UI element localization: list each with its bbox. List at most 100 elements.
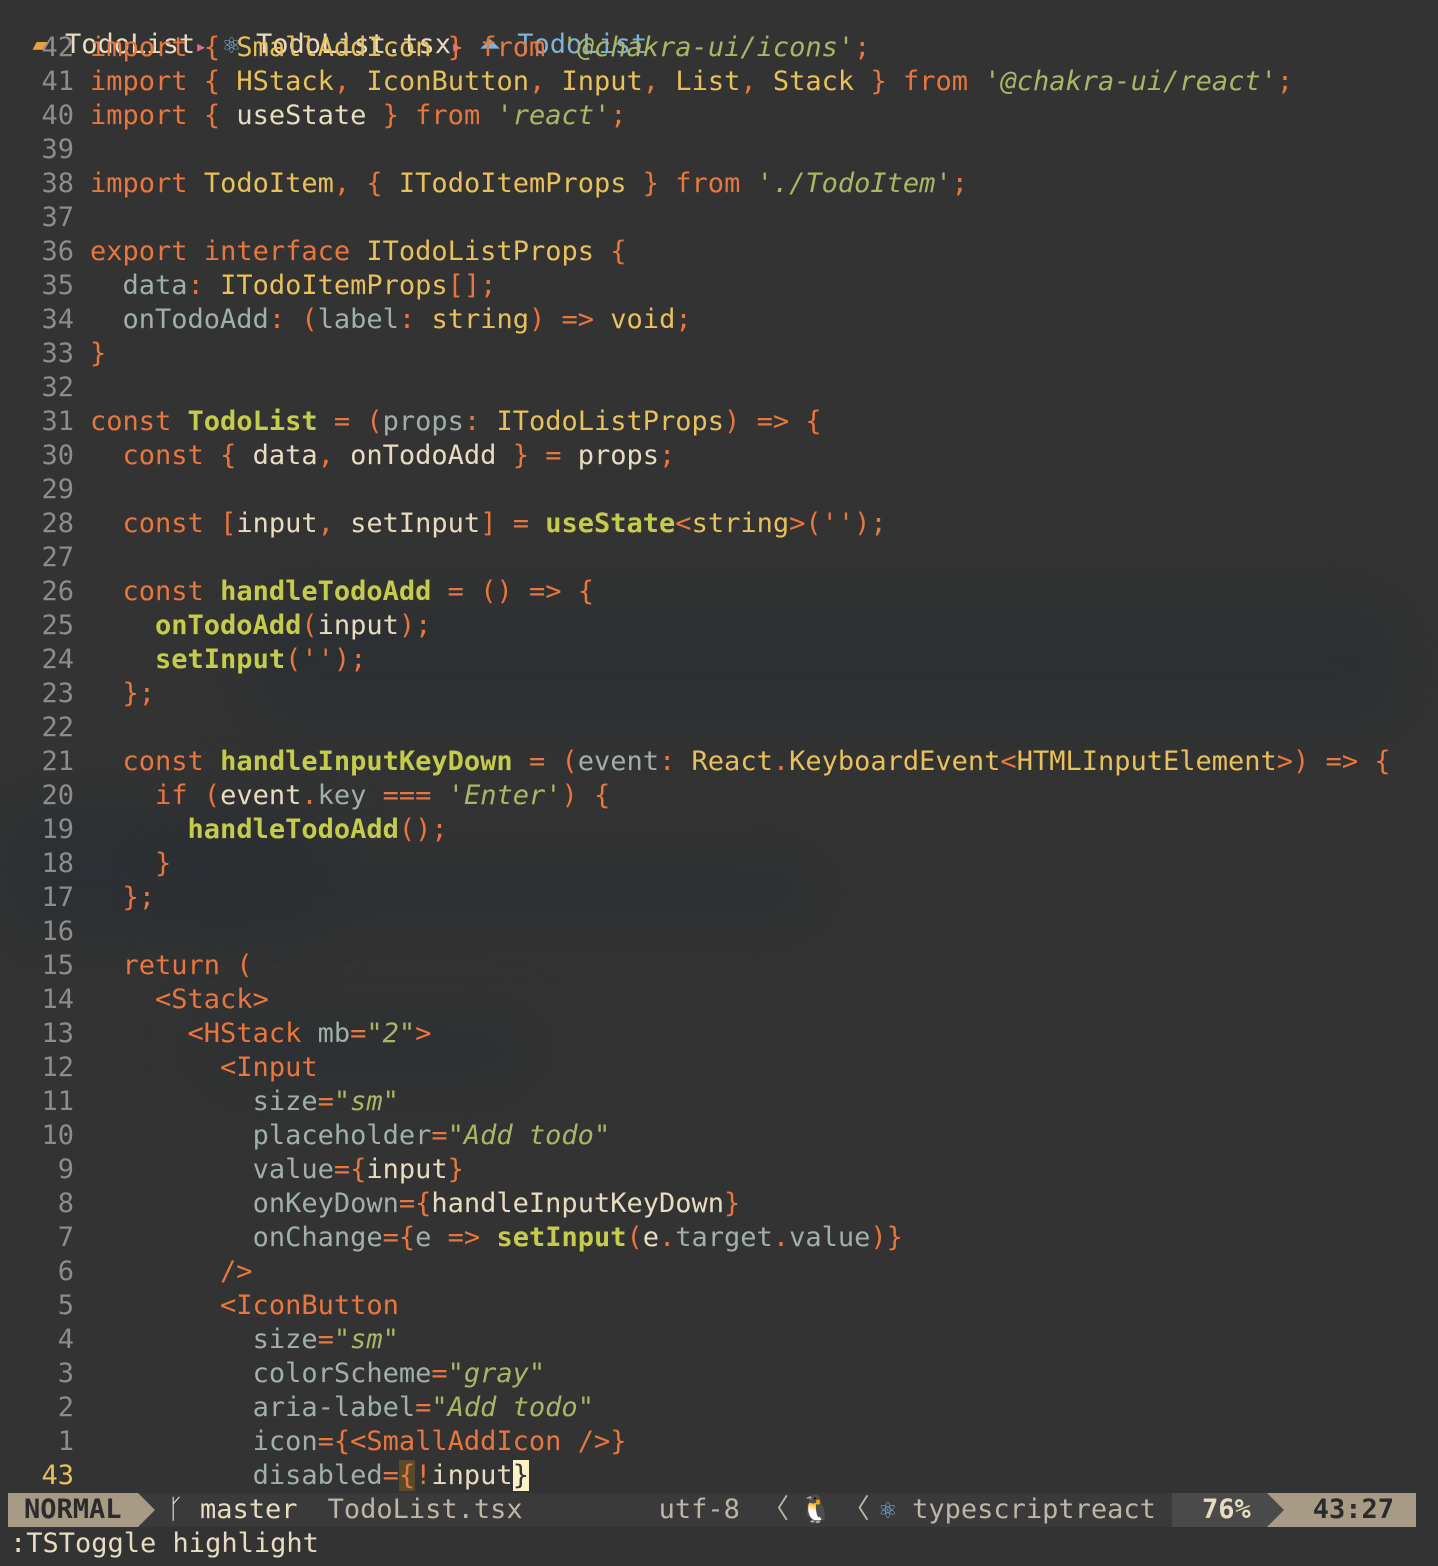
- code-token: useState: [220, 100, 383, 131]
- code-line[interactable]: 37: [0, 201, 1438, 235]
- code-line[interactable]: 15 return (: [0, 949, 1438, 983]
- code-token: handleInputKeyDown: [220, 746, 513, 777]
- code-line[interactable]: 14 <Stack>: [0, 983, 1438, 1017]
- linux-penguin-icon: 🐧: [798, 1494, 833, 1525]
- code-token: ,: [528, 66, 546, 97]
- line-number: 25: [41, 610, 74, 641]
- code-line[interactable]: 27: [0, 541, 1438, 575]
- code-line[interactable]: 29: [0, 473, 1438, 507]
- code-line[interactable]: 39: [0, 133, 1438, 167]
- code-token: const: [122, 576, 204, 607]
- code-line[interactable]: 13 <HStack mb="2">: [0, 1017, 1438, 1051]
- line-number: 10: [41, 1120, 74, 1151]
- code-token: KeyboardEvent: [789, 746, 1001, 777]
- line-number: 23: [41, 678, 74, 709]
- code-line[interactable]: 22: [0, 711, 1438, 745]
- code-token: ITodoListProps: [366, 236, 594, 267]
- line-number: 11: [41, 1086, 74, 1117]
- code-token: ={: [382, 1222, 416, 1253]
- code-line[interactable]: 33}: [0, 337, 1438, 371]
- code-token: value: [789, 1222, 871, 1253]
- code-token: .: [301, 780, 318, 811]
- code-token: />: [577, 1426, 611, 1457]
- code-token: ;: [854, 32, 871, 63]
- code-token: {: [577, 576, 595, 607]
- code-line[interactable]: 21 const handleInputKeyDown = (event: Re…: [0, 745, 1438, 779]
- code-line[interactable]: 28 const [input, setInput] = useState<st…: [0, 507, 1438, 541]
- line-code: <HStack mb="2">: [90, 1017, 1438, 1051]
- code-line[interactable]: 42 import { SmallAddIcon } from '@chakra-…: [0, 31, 1438, 65]
- code-token: size: [252, 1324, 318, 1355]
- code-token: =: [528, 746, 546, 777]
- code-line[interactable]: 23 };: [0, 677, 1438, 711]
- code-line[interactable]: 26 const handleTodoAdd = () => {: [0, 575, 1438, 609]
- code-editor[interactable]: 42 import { SmallAddIcon } from '@chakra-…: [0, 31, 1438, 1493]
- code-line[interactable]: 7 onChange={e => setInput(e.target.value…: [0, 1221, 1438, 1255]
- code-token: setInput: [496, 1222, 627, 1253]
- line-number: 43: [41, 1460, 74, 1491]
- code-line[interactable]: 41 import { HStack, IconButton, Input, Li…: [0, 65, 1438, 99]
- code-token: .: [772, 746, 790, 777]
- code-line[interactable]: 40 import { useState } from 'react';: [0, 99, 1438, 133]
- code-line[interactable]: 2 aria-label="Add todo": [0, 1391, 1438, 1425]
- code-line[interactable]: 38 import TodoItem, { ITodoItemProps } fr…: [0, 167, 1438, 201]
- code-line[interactable]: 12 <Input: [0, 1051, 1438, 1085]
- line-code: const handleInputKeyDown = (event: React…: [90, 745, 1438, 779]
- code-line[interactable]: 6 />: [0, 1255, 1438, 1289]
- code-line[interactable]: 34 onTodoAdd: (label: string) => void;: [0, 303, 1438, 337]
- code-line[interactable]: 3 colorScheme="gray": [0, 1357, 1438, 1391]
- code-line[interactable]: 24 setInput('');: [0, 643, 1438, 677]
- code-line[interactable]: 31 const TodoList = (props: ITodoListProp…: [0, 405, 1438, 439]
- code-token: interface: [203, 236, 351, 267]
- line-code: <IconButton: [90, 1289, 1438, 1323]
- code-token: [];: [447, 270, 497, 301]
- code-token: {: [220, 440, 237, 471]
- code-line[interactable]: 20 if (event.key === 'Enter') {: [0, 779, 1438, 813]
- cursor-position: 43:27: [1266, 1493, 1416, 1527]
- code-line[interactable]: 1 icon={<SmallAddIcon />}: [0, 1425, 1438, 1459]
- code-line[interactable]: 5 <IconButton: [0, 1289, 1438, 1323]
- code-line[interactable]: 25 onTodoAdd(input);: [0, 609, 1438, 643]
- code-line[interactable]: 43 disabled={!input}: [0, 1459, 1438, 1493]
- line-number: 13: [41, 1018, 74, 1049]
- code-line[interactable]: 36 export interface ITodoListProps {: [0, 235, 1438, 269]
- code-line[interactable]: 11 size="sm": [0, 1085, 1438, 1119]
- command-line[interactable]: :TSToggle highlight: [10, 1527, 319, 1561]
- code-line[interactable]: 32: [0, 371, 1438, 405]
- code-line[interactable]: 4 size="sm": [0, 1323, 1438, 1357]
- separator-icon: 〈: [761, 1494, 789, 1525]
- line-code: export interface ITodoListProps {: [90, 235, 1438, 269]
- code-token: {: [805, 406, 822, 437]
- code-line[interactable]: 19 handleTodoAdd();: [0, 813, 1438, 847]
- code-line[interactable]: 9 value={input}: [0, 1153, 1438, 1187]
- code-line[interactable]: 18 }: [0, 847, 1438, 881]
- code-line[interactable]: 10 placeholder="Add todo": [0, 1119, 1438, 1153]
- code-token: input: [366, 1154, 448, 1185]
- code-token: (: [301, 610, 318, 641]
- code-line[interactable]: 8 onKeyDown={handleInputKeyDown}: [0, 1187, 1438, 1221]
- code-line[interactable]: 17 };: [0, 881, 1438, 915]
- code-line[interactable]: 30 const { data, onTodoAdd } = props;: [0, 439, 1438, 473]
- code-line[interactable]: 16: [0, 915, 1438, 949]
- code-token: />: [220, 1256, 253, 1287]
- line-code: };: [90, 881, 1438, 915]
- code-line[interactable]: 35 data: ITodoItemProps[];: [0, 269, 1438, 303]
